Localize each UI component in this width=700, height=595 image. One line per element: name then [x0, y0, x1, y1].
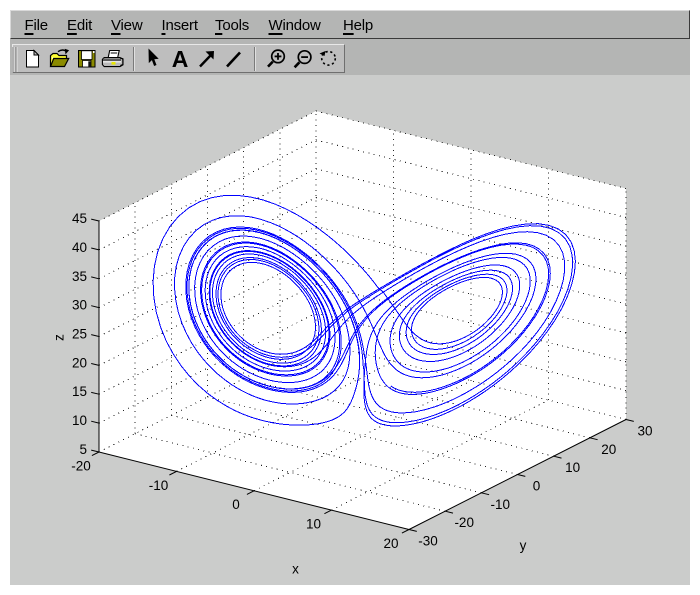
svg-text:15: 15: [72, 384, 87, 399]
svg-text:5: 5: [79, 442, 87, 457]
svg-text:0: 0: [533, 479, 541, 494]
svg-text:30: 30: [637, 424, 652, 439]
svg-text:z: z: [52, 334, 67, 341]
svg-text:y: y: [520, 538, 527, 553]
svg-text:30: 30: [72, 298, 87, 313]
svg-text:-20: -20: [454, 515, 474, 530]
svg-text:-10: -10: [149, 478, 169, 493]
svg-text:25: 25: [72, 327, 87, 342]
svg-text:-10: -10: [491, 497, 511, 512]
svg-text:0: 0: [232, 497, 240, 512]
svg-text:-20: -20: [71, 459, 91, 474]
svg-text:20: 20: [383, 536, 398, 551]
svg-text:20: 20: [72, 355, 87, 370]
svg-text:10: 10: [306, 517, 321, 532]
svg-text:40: 40: [72, 240, 87, 255]
svg-text:-30: -30: [418, 534, 438, 549]
svg-text:x: x: [292, 562, 299, 577]
svg-text:45: 45: [72, 211, 87, 226]
svg-text:20: 20: [601, 442, 616, 457]
svg-text:35: 35: [72, 269, 87, 284]
svg-text:10: 10: [565, 460, 580, 475]
svg-text:10: 10: [72, 413, 87, 428]
